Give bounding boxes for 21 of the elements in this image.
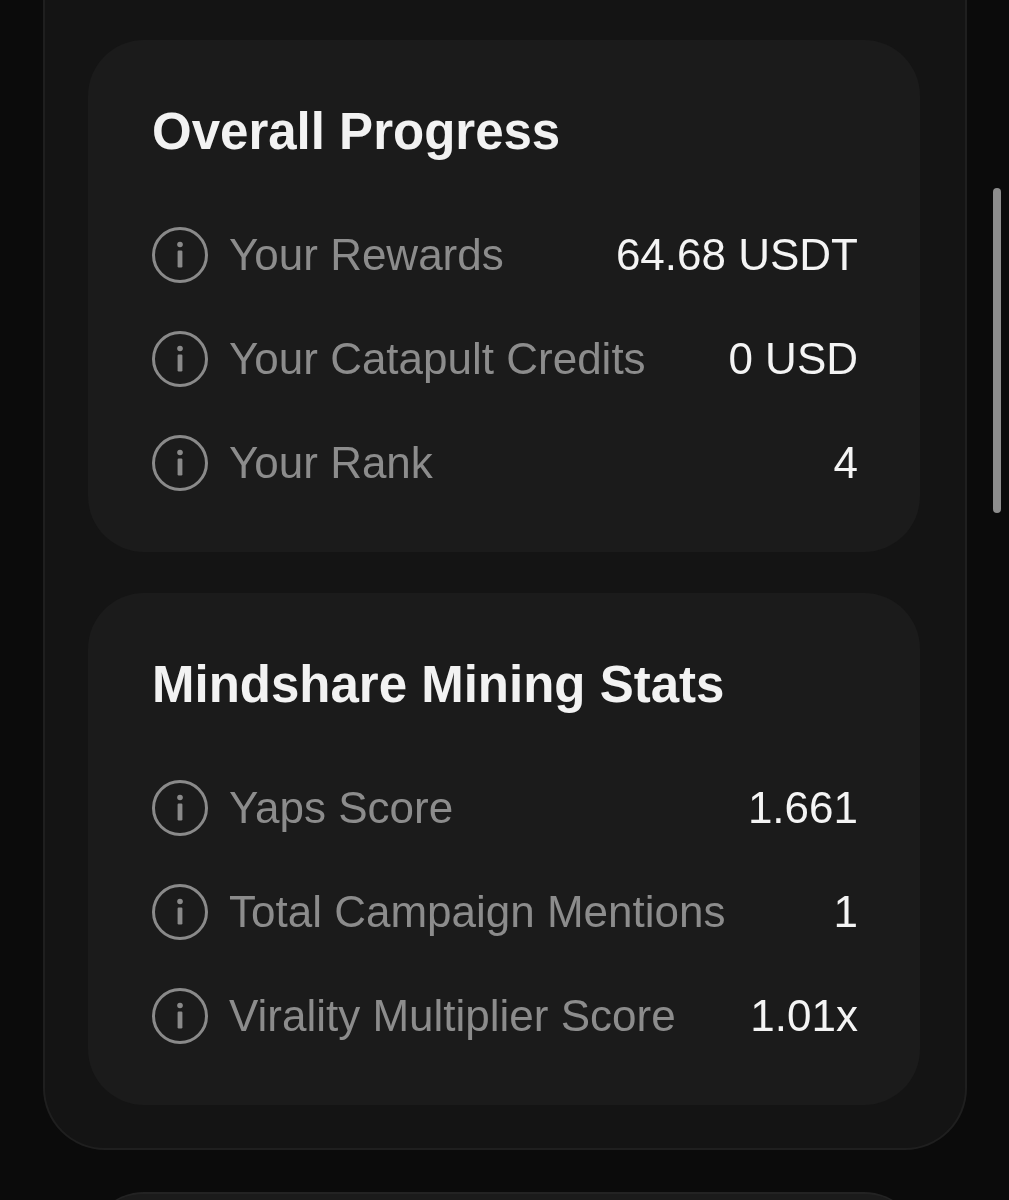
stat-value: 64.68 USDT [614, 230, 858, 280]
stat-value: 4 [832, 438, 858, 488]
stat-label: Your Catapult Credits [229, 334, 646, 384]
info-icon[interactable] [152, 988, 208, 1044]
info-icon[interactable] [152, 884, 208, 940]
stat-label: Total Campaign Mentions [229, 887, 726, 937]
stat-label: Your Rank [229, 438, 433, 488]
card-title: Mindshare Mining Stats [152, 657, 726, 713]
stat-value: 1.01x [749, 991, 858, 1041]
card-title: Overall Progress [152, 104, 562, 160]
info-icon[interactable] [152, 227, 208, 283]
info-icon[interactable] [152, 435, 208, 491]
stat-value: 1.661 [746, 783, 858, 833]
stat-value: 0 USD [727, 334, 858, 384]
stat-label: Yaps Score [229, 783, 454, 833]
stat-label: Your Rewards [229, 230, 504, 280]
stat-value: 1 [832, 887, 858, 937]
info-icon[interactable] [152, 780, 208, 836]
stat-label: Virality Multiplier Score [229, 991, 676, 1041]
info-icon[interactable] [152, 331, 208, 387]
scrollbar-thumb[interactable] [993, 188, 1001, 513]
